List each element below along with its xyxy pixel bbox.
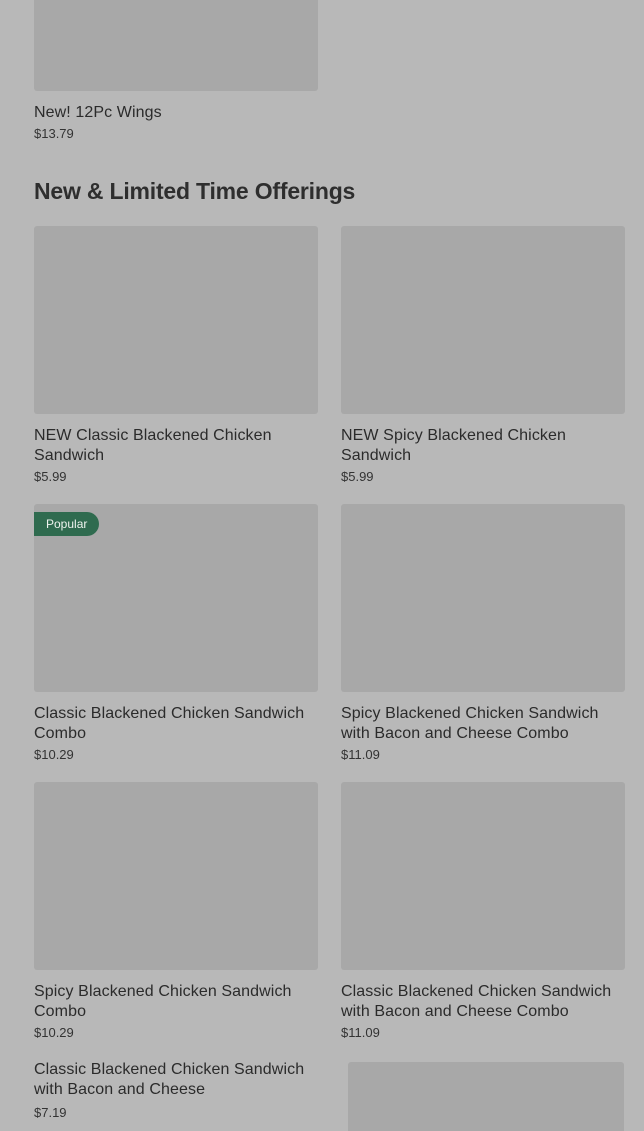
item-price: $11.09 — [341, 747, 380, 762]
item-price: $5.99 — [341, 469, 374, 484]
item-price: $11.09 — [341, 1025, 380, 1040]
menu-item-card[interactable]: Spicy Blackened Chicken Sandwich with Ba… — [341, 504, 625, 762]
item-name: Spicy Blackened Chicken Sandwich with Ba… — [341, 705, 599, 742]
section-title: New & Limited Time Offerings — [34, 178, 356, 204]
menu-item-card[interactable]: Popular Classic Blackened Chicken Sandwi… — [34, 504, 318, 762]
item-image[interactable] — [348, 1062, 624, 1131]
item-name: Classic Blackened Chicken Sandwich with … — [34, 1061, 305, 1098]
item-price: $10.29 — [34, 747, 74, 762]
menu-item-card[interactable]: Classic Blackened Chicken Sandwich with … — [341, 782, 625, 1040]
menu-item-card[interactable]: Spicy Blackened Chicken Sandwich Combo $… — [34, 782, 318, 1040]
item-price: $13.79 — [34, 126, 74, 141]
item-image[interactable] — [341, 782, 625, 970]
item-price: $7.19 — [34, 1105, 67, 1120]
item-image[interactable] — [341, 504, 625, 692]
item-image[interactable] — [34, 226, 318, 414]
item-name: Classic Blackened Chicken Sandwich Combo — [34, 705, 305, 742]
item-image[interactable] — [34, 782, 318, 970]
item-price: $10.29 — [34, 1025, 74, 1040]
item-name: NEW Spicy Blackened Chicken Sandwich — [341, 427, 567, 464]
menu-page: New! 12Pc Wings $13.79 New & Limited Tim… — [0, 0, 644, 1131]
item-image[interactable]: Popular — [34, 504, 318, 692]
item-name: NEW Classic Blackened Chicken Sandwich — [34, 427, 272, 464]
item-name: Classic Blackened Chicken Sandwich with … — [341, 983, 612, 1020]
item-image[interactable] — [341, 226, 625, 414]
item-price: $5.99 — [34, 469, 67, 484]
menu-item-card[interactable]: NEW Classic Blackened Chicken Sandwich $… — [34, 226, 318, 484]
menu-item-card-wide[interactable]: Classic Blackened Chicken Sandwich with … — [34, 1060, 324, 1120]
item-name: New! 12Pc Wings — [34, 104, 162, 121]
item-name: Spicy Blackened Chicken Sandwich Combo — [34, 983, 292, 1020]
popular-badge: Popular — [34, 512, 100, 536]
item-image[interactable] — [34, 0, 318, 91]
menu-item-card[interactable]: NEW Spicy Blackened Chicken Sandwich $5.… — [341, 226, 625, 484]
menu-item-card[interactable]: New! 12Pc Wings $13.79 — [34, 0, 318, 141]
